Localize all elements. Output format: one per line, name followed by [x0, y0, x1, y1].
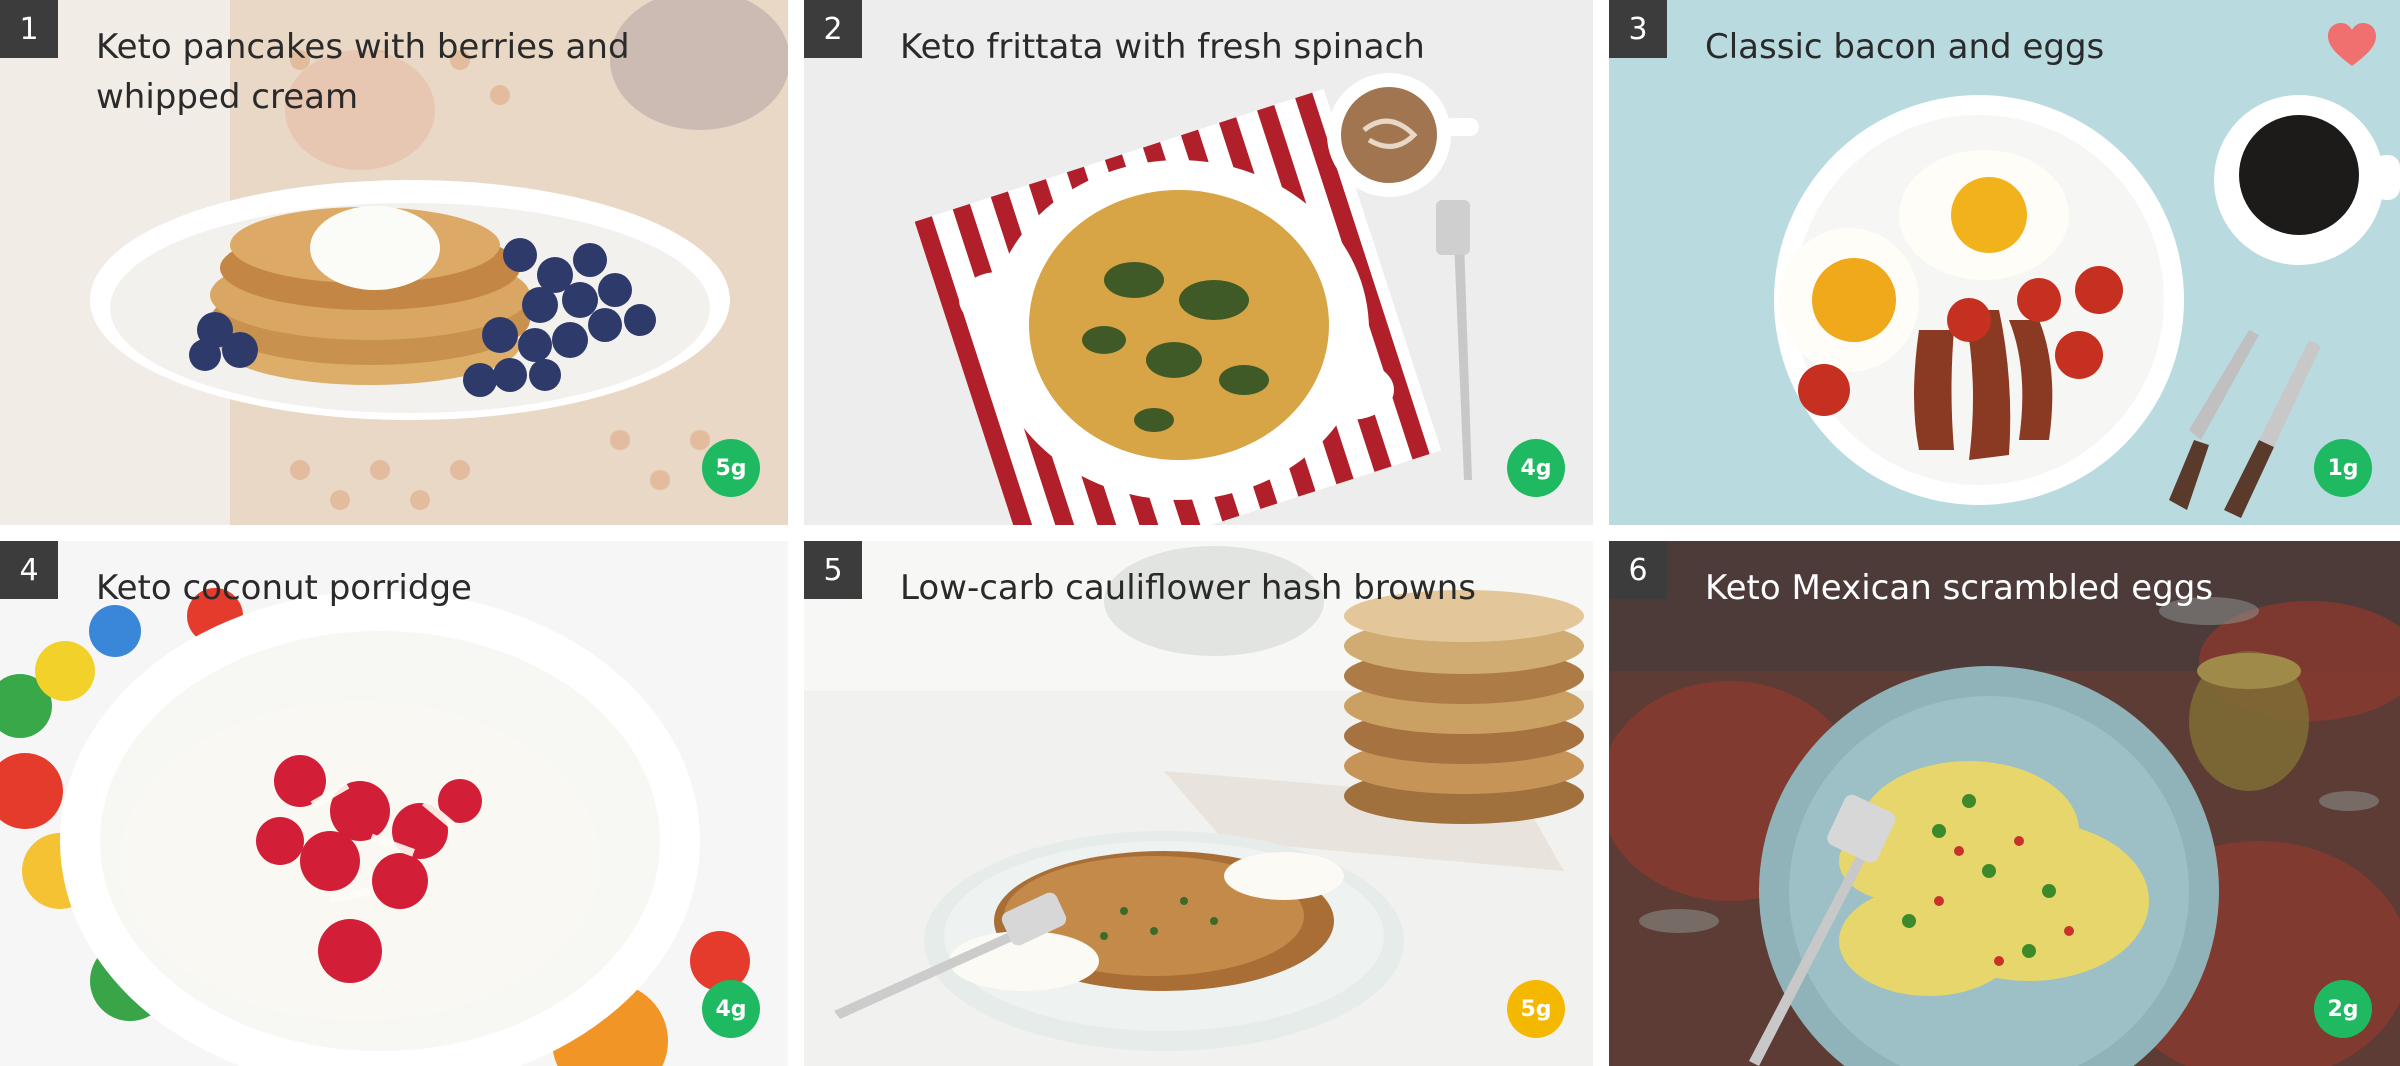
recipe-title[interactable]: Keto pancakes with berries and whipped c…: [96, 22, 748, 122]
recipe-photo-hash-browns: [804, 541, 1593, 1066]
recipe-card-keto-pancakes[interactable]: 1 Keto pancakes with berries and whipped…: [0, 0, 788, 525]
net-carbs-badge: 5g: [702, 439, 760, 497]
recipe-title[interactable]: Low-carb cauliflower hash browns: [900, 563, 1553, 613]
net-carbs-badge: 4g: [702, 980, 760, 1038]
recipe-card-mexican-scrambled-eggs[interactable]: 6 Keto Mexican scrambled eggs 2g: [1609, 541, 2400, 1066]
net-carbs-badge: 4g: [1507, 439, 1565, 497]
recipe-number: 1: [0, 0, 58, 58]
heart-icon[interactable]: [2326, 22, 2378, 68]
net-carbs-badge: 1g: [2314, 439, 2372, 497]
recipe-number: 5: [804, 541, 862, 599]
recipe-title[interactable]: Keto Mexican scrambled eggs: [1705, 563, 2360, 613]
recipe-card-keto-frittata[interactable]: 2 Keto frittata with fresh spinach 4g: [804, 0, 1593, 525]
recipe-title[interactable]: Classic bacon and eggs: [1705, 22, 2360, 72]
recipe-number: 4: [0, 541, 58, 599]
recipe-photo-porridge: [0, 541, 788, 1066]
recipe-title[interactable]: Keto frittata with fresh spinach: [900, 22, 1553, 72]
recipe-photo-frittata: [804, 0, 1593, 525]
recipe-title[interactable]: Keto coconut porridge: [96, 563, 748, 613]
net-carbs-badge: 5g: [1507, 980, 1565, 1038]
recipe-number: 3: [1609, 0, 1667, 58]
net-carbs-badge: 2g: [2314, 980, 2372, 1038]
recipe-card-keto-coconut-porridge[interactable]: 4 Keto coconut porridge 4g: [0, 541, 788, 1066]
recipe-number: 6: [1609, 541, 1667, 599]
recipe-card-cauliflower-hash-browns[interactable]: 5 Low-carb cauliflower hash browns 5g: [804, 541, 1593, 1066]
recipe-number: 2: [804, 0, 862, 58]
recipe-card-classic-bacon-and-eggs[interactable]: 3 Classic bacon and eggs 1g: [1609, 0, 2400, 525]
recipe-photo-scrambled-eggs: [1609, 541, 2400, 1066]
recipe-grid: 1 Keto pancakes with berries and whipped…: [0, 0, 2400, 1066]
recipe-photo-bacon-eggs: [1609, 0, 2400, 525]
